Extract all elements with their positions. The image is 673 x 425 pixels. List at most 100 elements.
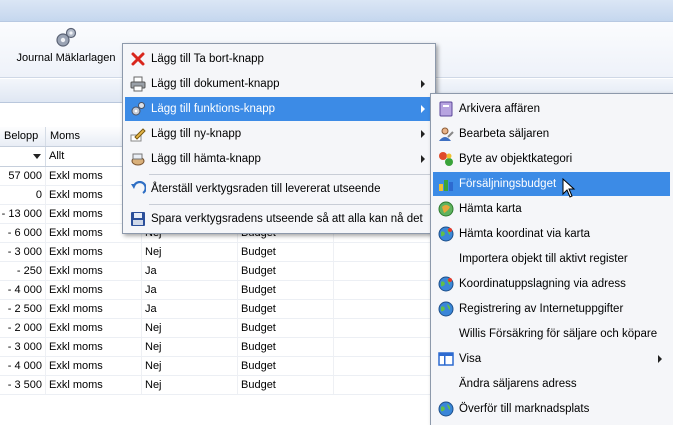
menu-item-label: Återställ verktygsraden till levererat u…: [151, 183, 381, 195]
menu-item-label: Hämta koordinat via karta: [459, 228, 591, 240]
submenu-item-change-category[interactable]: Byte av objektkategori: [433, 147, 670, 171]
cell-belopp: 57 000: [0, 167, 46, 185]
cell-belopp: - 250: [0, 262, 46, 280]
window-icon: [438, 352, 454, 366]
menu-separator: [149, 204, 431, 205]
cell-belopp: - 4 000: [0, 281, 46, 299]
cell-moms: Exkl moms: [46, 376, 142, 394]
submenu-arrow-icon: [421, 80, 425, 88]
person-icon: [439, 127, 454, 141]
globe-icon: [438, 301, 454, 317]
cell-belopp: - 3 000: [0, 338, 46, 356]
cell-col3: Ja: [142, 300, 238, 318]
cell-col3: Nej: [142, 243, 238, 261]
floppy-disk-icon: [131, 212, 145, 226]
globe-icon: [438, 276, 454, 292]
map-icon: [438, 201, 454, 217]
hand-icon: [131, 153, 145, 166]
cell-moms: Exkl moms: [46, 262, 142, 280]
cell-belopp: 0: [0, 186, 46, 204]
header-belopp[interactable]: Belopp: [0, 127, 46, 146]
menu-item-label: Willis Försäkring för säljare och köpare: [459, 328, 658, 340]
menu-item-reset-toolbar[interactable]: Återställ verktygsraden till levererat u…: [125, 177, 433, 201]
cell-moms: Exkl moms: [46, 319, 142, 337]
submenu-item-get-coordinate[interactable]: Hämta koordinat via karta: [433, 222, 670, 246]
cell-moms: Exkl moms: [46, 243, 142, 261]
submenu-item-sales-budget[interactable]: Försäljningsbudget: [433, 172, 670, 196]
menu-item-label: Lägg till ny-knapp: [151, 128, 242, 140]
submenu-item-view[interactable]: Visa: [433, 347, 670, 371]
menu-item-label: Lägg till hämta-knapp: [151, 153, 261, 165]
menu-item-label: Byte av objektkategori: [459, 153, 573, 165]
menu-item-label: Ändra säljarens adress: [459, 378, 577, 390]
menu-item-add-function-button[interactable]: Lägg till funktions-knapp: [125, 97, 433, 121]
cell-col3: Nej: [142, 338, 238, 356]
cell-col4: Budget: [238, 262, 334, 280]
cell-belopp: - 13 000: [0, 205, 46, 223]
submenu-item-change-seller-address[interactable]: Ändra säljarens adress: [433, 372, 670, 396]
cell-moms: Exkl moms: [46, 300, 142, 318]
submenu-item-willis-insurance[interactable]: Willis Försäkring för säljare och köpare: [433, 322, 670, 346]
red-x-icon: [131, 52, 145, 66]
filter-belopp[interactable]: [0, 147, 46, 166]
cell-moms: Exkl moms: [46, 357, 142, 375]
archive-icon: [439, 101, 453, 117]
cell-col3: Nej: [142, 376, 238, 394]
menu-item-add-fetch-button[interactable]: Lägg till hämta-knapp: [125, 147, 433, 171]
cell-col4: Budget: [238, 319, 334, 337]
gears-icon: [56, 27, 77, 47]
menu-item-label: Hämta karta: [459, 203, 522, 215]
cell-belopp: - 6 000: [0, 224, 46, 242]
menu-item-label: Spara verktygsradens utseende så att all…: [151, 213, 423, 225]
cell-col3: Nej: [142, 319, 238, 337]
cell-col4: Budget: [238, 376, 334, 394]
printer-icon: [130, 76, 146, 92]
menu-item-label: Registrering av Internetuppgifter: [459, 303, 624, 315]
cell-col4: Budget: [238, 357, 334, 375]
menu-item-label: Koordinatuppslagning via adress: [459, 278, 626, 290]
journal-maklarlagen-button[interactable]: Journal Mäklarlagen: [14, 22, 118, 76]
cell-belopp: - 2 000: [0, 319, 46, 337]
mouse-cursor-icon: [562, 178, 576, 198]
cell-col3: Nej: [142, 357, 238, 375]
cell-moms: Exkl moms: [46, 281, 142, 299]
globe-icon: [438, 226, 454, 242]
submenu-arrow-icon: [421, 105, 425, 113]
submenu-item-transfer-marketplace[interactable]: Överför till marknadsplats: [433, 397, 670, 421]
cell-belopp: - 3 500: [0, 376, 46, 394]
menu-item-label: Försäljningsbudget: [459, 178, 557, 190]
submenu-item-import-object[interactable]: Importera objekt till aktivt register: [433, 247, 670, 271]
menu-item-add-delete-button[interactable]: Lägg till Ta bort-knapp: [125, 47, 433, 71]
menu-item-add-new-button[interactable]: Lägg till ny-knapp: [125, 122, 433, 146]
menu-item-add-document-button[interactable]: Lägg till dokument-knapp: [125, 72, 433, 96]
cell-moms: Exkl moms: [46, 338, 142, 356]
cell-col4: Budget: [238, 281, 334, 299]
submenu-item-get-map[interactable]: Hämta karta: [433, 197, 670, 221]
cell-belopp: - 2 500: [0, 300, 46, 318]
cell-col4: Budget: [238, 338, 334, 356]
cell-col4: Budget: [238, 300, 334, 318]
toolbar-context-menu: Lägg till Ta bort-knapp Lägg till dokume…: [122, 43, 436, 234]
menu-item-label: Visa: [459, 353, 482, 365]
pencil-icon: [130, 128, 146, 142]
menu-item-label: Lägg till funktions-knapp: [151, 103, 276, 115]
submenu-item-archive[interactable]: Arkivera affären: [433, 97, 670, 121]
submenu-arrow-icon: [421, 130, 425, 138]
submenu-item-coordinate-lookup[interactable]: Koordinatuppslagning via adress: [433, 272, 670, 296]
submenu-item-process-seller[interactable]: Bearbeta säljaren: [433, 122, 670, 146]
title-bar: [0, 0, 673, 22]
menu-item-label: Lägg till Ta bort-knapp: [151, 53, 264, 65]
submenu-item-internet-registration[interactable]: Registrering av Internetuppgifter: [433, 297, 670, 321]
menu-item-save-toolbar[interactable]: Spara verktygsradens utseende så att all…: [125, 207, 433, 231]
dropdown-arrow-icon[interactable]: [33, 154, 41, 160]
menu-item-label: Bearbeta säljaren: [459, 128, 550, 140]
undo-arrow-icon: [131, 181, 146, 194]
cell-col3: Ja: [142, 281, 238, 299]
cell-belopp: - 4 000: [0, 357, 46, 375]
swap-icon: [439, 152, 453, 166]
globe-icon: [438, 401, 454, 417]
submenu-arrow-icon: [658, 355, 662, 363]
budget-icon: [439, 180, 453, 191]
cell-col3: Ja: [142, 262, 238, 280]
menu-item-label: Arkivera affären: [459, 103, 540, 115]
